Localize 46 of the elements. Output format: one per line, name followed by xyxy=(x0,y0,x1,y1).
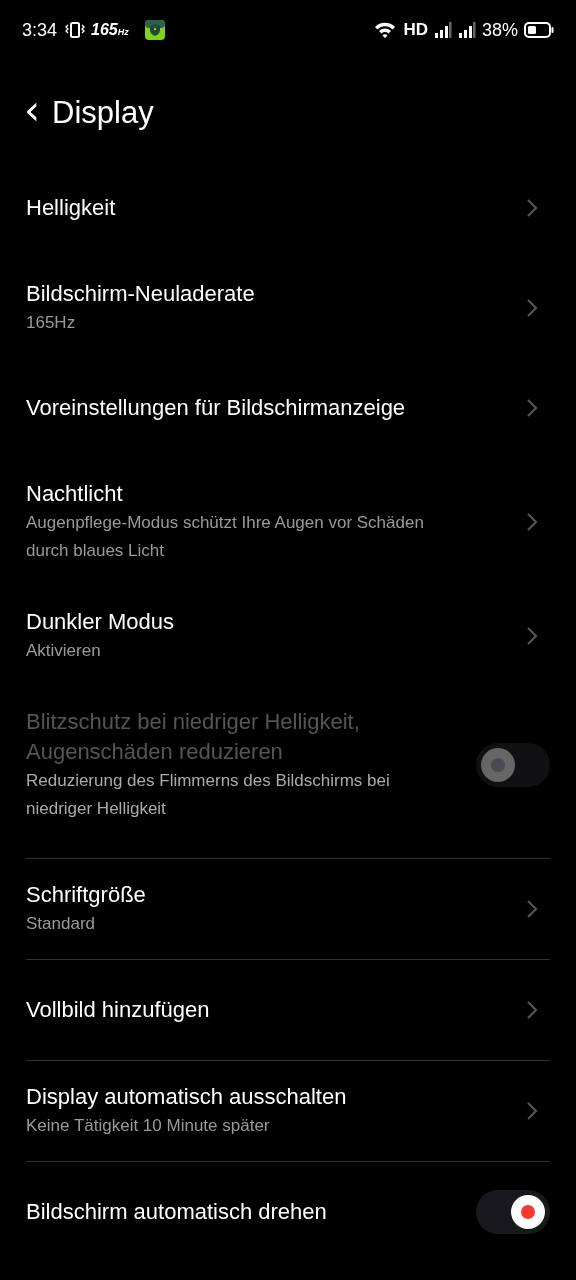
item-title: Nachtlicht xyxy=(26,480,124,508)
item-title: Schriftgröße xyxy=(26,881,147,909)
item-subtitle: Standard xyxy=(26,913,96,935)
settings-item[interactable]: Voreinstellungen für Bildschirmanzeige xyxy=(26,358,550,458)
vibrate-icon xyxy=(65,21,86,39)
chevron-right-icon xyxy=(526,1101,538,1121)
item-title: Helligkeit xyxy=(26,194,117,222)
network-type-indicator: HD xyxy=(403,20,428,40)
shield-app-icon xyxy=(144,20,165,40)
signal-icon xyxy=(457,22,476,38)
item-title: Dunkler Modus xyxy=(26,608,175,636)
settings-item[interactable]: Schriftgröße Standard xyxy=(26,859,550,959)
settings-item[interactable]: Display automatisch ausschalten Keine Tätigkeit 10 Minute später xyxy=(26,1061,550,1161)
settings-item[interactable]: Nachtlicht Augenpflege-Modus schützt Ihre Augen vor Schäden durch blaues Licht xyxy=(26,458,550,586)
chevron-right-icon xyxy=(526,899,538,919)
item-subtitle: 165Hz xyxy=(26,312,77,334)
item-subtitle: Keine Tätigkeit 10 Minute später xyxy=(26,1115,271,1137)
item-title: Vollbild hinzufügen xyxy=(26,996,211,1024)
settings-item[interactable]: Helligkeit xyxy=(26,158,550,258)
chevron-right-icon xyxy=(526,198,538,218)
back-button[interactable]: ‹ xyxy=(20,90,44,136)
chevron-right-icon xyxy=(526,298,538,318)
item-subtitle: Reduzierung des Flimmerns des Bildschirms bei niedriger Helligkeit xyxy=(26,770,391,820)
chevron-right-icon xyxy=(526,626,538,646)
settings-item[interactable]: Bildschirm automatisch drehen xyxy=(26,1162,550,1262)
battery-level: 38% xyxy=(481,19,518,41)
wifi-icon xyxy=(373,21,398,39)
page-title: Display xyxy=(52,95,154,131)
signal-icon xyxy=(433,22,452,38)
chevron-right-icon xyxy=(526,1000,538,1020)
item-title: Blitzschutz bei niedriger Helligkeit, Augenschäden reduzieren xyxy=(26,708,361,766)
settings-item[interactable]: Vollbild hinzufügen xyxy=(26,960,550,1060)
item-title: Bildschirm automatisch drehen xyxy=(26,1198,328,1226)
status-time: 3:34 xyxy=(22,19,58,41)
chevron-right-icon xyxy=(526,398,538,418)
settings-item[interactable]: Dunkler Modus Aktivieren xyxy=(26,586,550,686)
battery-icon xyxy=(524,22,554,38)
item-title: Display automatisch ausschalten xyxy=(26,1083,348,1111)
settings-item[interactable]: Bildschirm-Neuladerate 165Hz xyxy=(26,258,550,358)
item-subtitle: Aktivieren xyxy=(26,640,102,662)
refresh-rate-indicator: 165Hz xyxy=(91,21,129,39)
item-title: Bildschirm-Neuladerate xyxy=(26,280,256,308)
toggle-switch[interactable] xyxy=(476,1190,550,1234)
item-subtitle: Augenpflege-Modus schützt Ihre Augen vor Schäden durch blaues Licht xyxy=(26,512,425,562)
chevron-right-icon xyxy=(526,512,538,532)
item-title: Voreinstellungen für Bildschirmanzeige xyxy=(26,394,407,422)
